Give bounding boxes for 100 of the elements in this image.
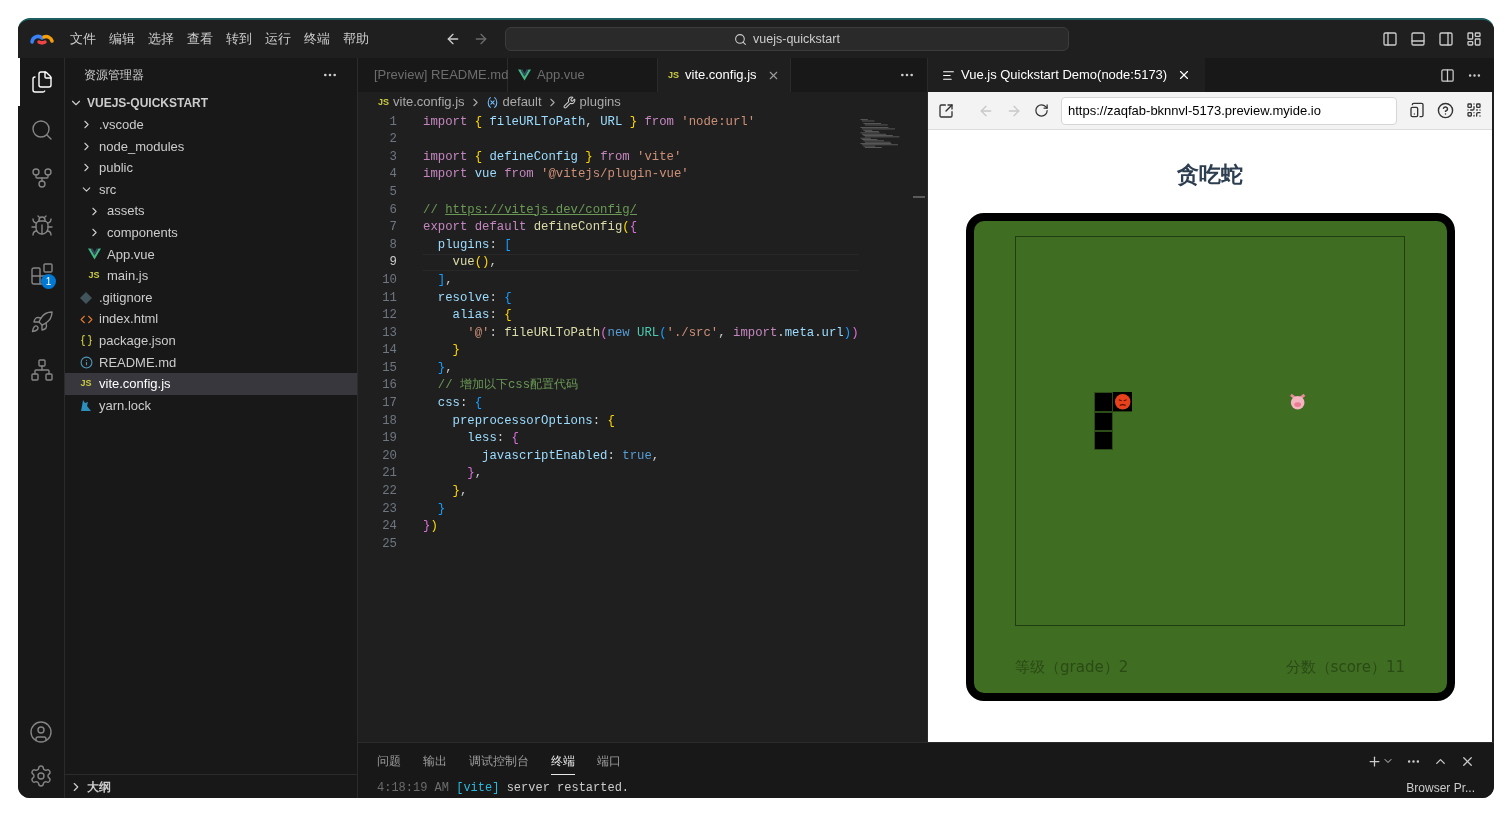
device-icon[interactable] [1409, 102, 1425, 118]
line-number: 3 [388, 148, 397, 166]
line-number: 6 [388, 201, 397, 219]
breadcrumb-item[interactable]: vite.config.js [393, 92, 465, 112]
tree-item[interactable]: JS vite.config.js [65, 373, 357, 395]
code-line: alias: { [451, 307, 512, 325]
line-number: 20 [381, 447, 397, 465]
code-line: javascriptEnabled: true, [481, 447, 660, 465]
tree-item[interactable]: src [65, 178, 357, 201]
variable-icon [485, 95, 499, 109]
logo-icon [30, 32, 54, 46]
url-field[interactable]: https://zaqfab-bknnvl-5173.preview.myide.io [1061, 96, 1397, 125]
forward-icon[interactable] [473, 31, 489, 47]
code-line: export default defineConfig({ [423, 219, 638, 237]
js-icon: JS [80, 379, 92, 389]
tree-item[interactable]: README.md [65, 351, 357, 374]
panel-tab[interactable]: 问题 [377, 747, 401, 775]
code-line: } [436, 500, 446, 518]
panel-left-icon[interactable] [1382, 31, 1398, 47]
reload-icon[interactable] [1034, 103, 1049, 118]
line-number: 19 [381, 430, 397, 448]
open-external-icon[interactable] [938, 102, 954, 119]
line-number: 2 [388, 131, 397, 149]
line-number: 15 [381, 359, 397, 377]
preview-tab[interactable]: Vue.js Quickstart Demo(node:5173) [928, 58, 1206, 92]
code-line: preprocessorOptions: { [451, 412, 615, 430]
project-header[interactable]: VUEJS-QUICKSTART [65, 92, 357, 114]
line-number: 1 [388, 113, 397, 131]
menu-item[interactable]: 转到 [226, 29, 252, 49]
panel-tab[interactable]: 调试控制台 [469, 747, 529, 775]
search-icon [30, 118, 54, 142]
tree-item[interactable]: App.vue [65, 243, 357, 266]
panel-right-icon[interactable] [1438, 31, 1454, 47]
menu-item[interactable]: 编辑 [109, 29, 135, 49]
code-line: '@': fileURLToPath(new URL('./src', import.meta.url)) [466, 324, 859, 342]
vue-icon [518, 69, 531, 81]
menu-item[interactable]: 帮助 [343, 29, 369, 49]
back-icon[interactable] [445, 31, 461, 47]
info-icon [79, 355, 93, 369]
tree-item[interactable]: yarn.lock [65, 394, 357, 417]
js-icon: JS [378, 97, 389, 107]
tree-item[interactable]: .vscode [65, 114, 357, 136]
braces-icon [79, 334, 93, 348]
tree-item[interactable]: assets [65, 200, 357, 222]
editor-tab[interactable]: JS vite.config.js [658, 58, 791, 92]
line-number: 21 [381, 465, 397, 483]
code-line: plugins: [ [436, 236, 512, 254]
line-number: 4 [388, 166, 397, 184]
panel-tab[interactable]: 终端 [551, 747, 575, 775]
breadcrumb-item[interactable]: default [502, 92, 542, 112]
line-number: 25 [381, 535, 397, 553]
code-line: } [451, 342, 460, 360]
search-icon [734, 32, 748, 46]
line-number: 14 [381, 342, 397, 360]
layout-icon[interactable] [1466, 31, 1482, 47]
code-line: }, [451, 483, 468, 501]
outline-header[interactable]: 大纲 [65, 774, 357, 798]
line-number: 12 [381, 307, 397, 325]
tree-item[interactable]: .gitignore [65, 286, 357, 309]
breadcrumb-item[interactable]: plugins [579, 92, 621, 112]
menu-item[interactable]: 查看 [187, 29, 213, 49]
rocket-icon [30, 310, 54, 334]
line-number: 8 [388, 236, 397, 254]
network-icon [30, 358, 54, 382]
command-center[interactable]: vuejs-quickstart [505, 27, 1069, 51]
code-line: import { defineConfig } from 'vite' [423, 148, 682, 166]
tree-item[interactable]: node_modules [65, 135, 357, 158]
angry-face-icon [1113, 392, 1133, 412]
split-icon[interactable] [1440, 67, 1455, 83]
plus-icon[interactable] [1367, 753, 1382, 769]
line-number: 23 [381, 500, 397, 518]
activity-item[interactable]: 1 [18, 250, 64, 298]
qr-code-icon[interactable] [1466, 102, 1482, 118]
menu-item[interactable]: 终端 [304, 29, 330, 49]
status-item[interactable]: Browser Pr... [1406, 779, 1475, 797]
panel-bottom-icon[interactable] [1410, 31, 1426, 47]
line-number: 5 [388, 183, 397, 201]
tree-item[interactable]: JS main.js [65, 265, 357, 287]
snake-segment [1093, 392, 1113, 412]
line-number: 9 [388, 254, 397, 272]
code-line: }, [436, 359, 453, 377]
code-line: import { fileURLToPath, URL } from 'node:url' [423, 113, 756, 131]
line-number: 24 [381, 518, 397, 536]
tree-item[interactable]: public [65, 157, 357, 179]
tree-item[interactable]: index.html [65, 308, 357, 330]
wrench-icon [562, 95, 576, 109]
panel-tab[interactable]: 输出 [423, 747, 447, 775]
tree-item[interactable]: package.json [65, 329, 357, 352]
help-icon[interactable] [1437, 102, 1454, 119]
menu-item[interactable]: 选择 [148, 29, 174, 49]
menu-item[interactable]: 文件 [70, 29, 96, 49]
line-number: 13 [381, 324, 397, 342]
panel-tab[interactable]: 端口 [597, 747, 621, 775]
count-badge: 1 [41, 274, 56, 289]
diamond-icon [80, 291, 92, 304]
code-line: }, [466, 465, 483, 483]
pig-face-icon [1287, 392, 1307, 412]
tree-item[interactable]: components [65, 221, 357, 244]
line-number: 11 [381, 289, 397, 307]
menu-item[interactable]: 运行 [265, 29, 291, 49]
